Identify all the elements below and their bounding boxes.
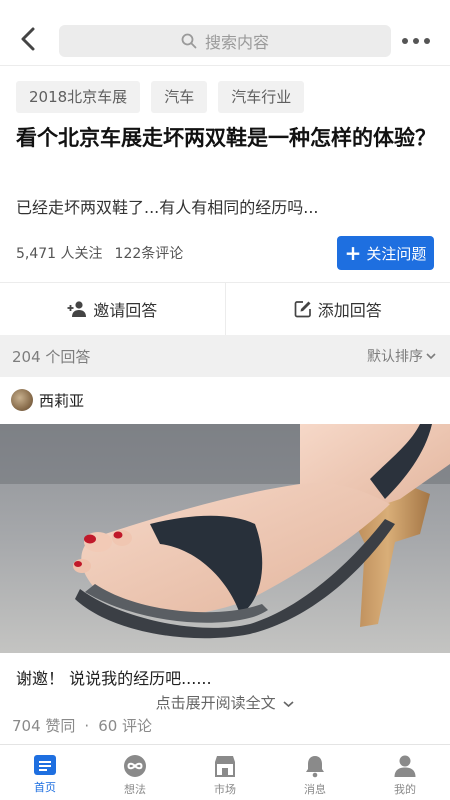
tab-home[interactable]: 首页 — [0, 745, 90, 800]
add-answer-label: 添加回答 — [317, 301, 382, 320]
tab-profile[interactable]: 我的 — [360, 745, 450, 800]
tab-label: 市场 — [214, 783, 236, 796]
sort-label: 默认排序 — [367, 349, 423, 365]
separator-dot: · — [84, 717, 90, 735]
topic-tag[interactable]: 汽车行业 — [218, 81, 305, 113]
back-button[interactable] — [14, 24, 44, 54]
answer-count: 204 个回答 — [12, 347, 91, 366]
vote-count[interactable]: 704 赞同 — [12, 717, 75, 735]
follow-label: 关注问题 — [366, 244, 427, 263]
expand-label: 点击展开阅读全文 — [155, 694, 276, 712]
question-stats: 5,471 人关注 122条评论 — [16, 243, 183, 263]
answer-image[interactable] — [0, 424, 450, 653]
answer-comment-count[interactable]: 60 评论 — [98, 717, 152, 735]
expand-full-text-button[interactable]: 点击展开阅读全文 — [0, 692, 450, 713]
ideas-icon — [124, 755, 146, 777]
search-icon — [181, 33, 197, 49]
tab-messages[interactable]: 消息 — [270, 745, 360, 800]
topic-tags: 2018北京车展 汽车 汽车行业 — [16, 81, 305, 113]
bell-icon — [306, 756, 324, 778]
bottom-tab-bar: 首页 想法 市场 消息 我的 — [0, 744, 450, 800]
more-options-button[interactable] — [402, 31, 430, 51]
answer-author[interactable]: 西莉亚 — [11, 389, 84, 411]
plus-icon: + — [344, 241, 362, 265]
search-input[interactable]: 搜索内容 — [59, 25, 391, 57]
answer-excerpt[interactable]: 谢邀！ 说说我的经历吧...... — [16, 665, 212, 689]
tab-label: 想法 — [124, 783, 146, 796]
tab-label: 消息 — [304, 783, 326, 796]
search-placeholder: 搜索内容 — [204, 33, 269, 52]
broken-heel-shoe-photo — [0, 424, 450, 653]
more-dots-icon — [402, 38, 408, 44]
home-icon — [34, 755, 56, 775]
answer-count-bar: 204 个回答 默认排序 — [0, 335, 450, 377]
comment-count[interactable]: 122条评论 — [115, 246, 184, 262]
add-person-icon — [67, 301, 87, 317]
chevron-down-icon — [426, 353, 436, 360]
chevron-left-icon — [21, 27, 35, 51]
answer-meta: 704 赞同 · 60 评论 — [12, 715, 152, 736]
invite-answer-button[interactable]: 邀请回答 — [0, 283, 225, 335]
add-answer-button[interactable]: 添加回答 — [224, 283, 450, 335]
topic-tag[interactable]: 汽车 — [151, 81, 208, 113]
edit-icon — [294, 301, 311, 318]
invite-label: 邀请回答 — [93, 301, 158, 320]
sort-dropdown[interactable]: 默认排序 — [367, 346, 436, 366]
tab-market[interactable]: 市场 — [180, 745, 270, 800]
top-bar: 搜索内容 — [0, 0, 450, 66]
tab-ideas[interactable]: 想法 — [90, 745, 180, 800]
question-actions: 邀请回答 添加回答 — [0, 283, 450, 335]
tab-label: 首页 — [34, 781, 56, 794]
chevron-down-icon — [283, 700, 294, 707]
avatar[interactable] — [11, 389, 33, 411]
question-title: 看个北京车展走坏两双鞋是一种怎样的体验？ — [16, 126, 436, 150]
author-name: 西莉亚 — [39, 391, 85, 410]
topic-tag[interactable]: 2018北京车展 — [16, 81, 141, 113]
market-icon — [215, 756, 235, 777]
follow-question-button[interactable]: + 关注问题 — [337, 236, 434, 270]
tab-label: 我的 — [394, 783, 416, 796]
question-description[interactable]: 已经走坏两双鞋了...有人有相同的经历吗... — [16, 196, 436, 220]
follower-count: 5,471 人关注 — [16, 246, 103, 262]
profile-icon — [394, 755, 416, 777]
